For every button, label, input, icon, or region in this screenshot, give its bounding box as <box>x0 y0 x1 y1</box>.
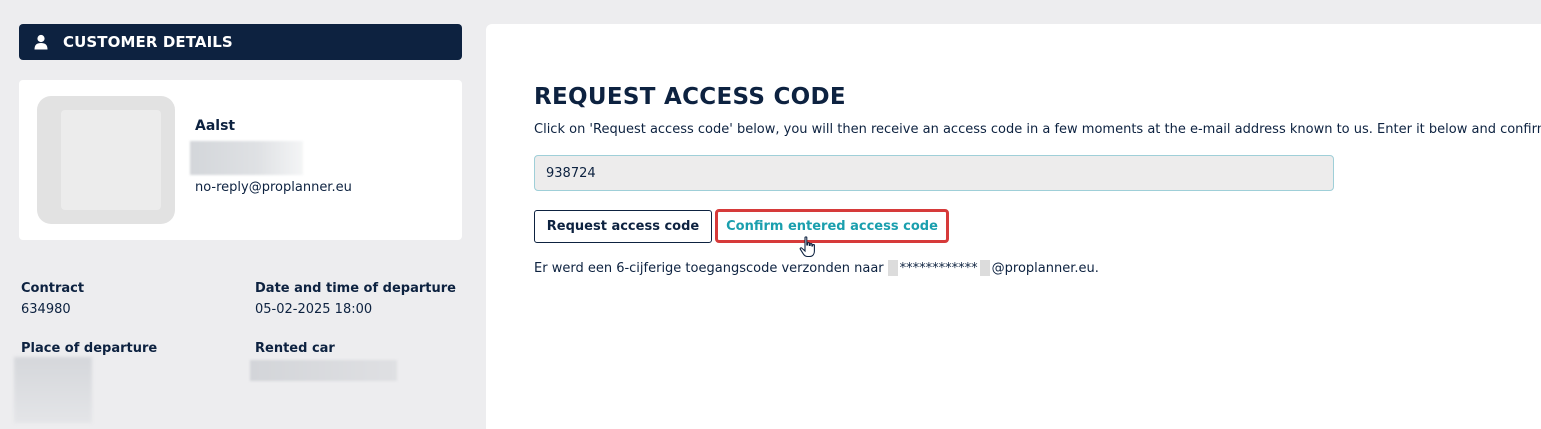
code-sent-message-suffix: @proplanner.eu. <box>991 260 1099 276</box>
redacted-place-of-departure <box>14 357 92 423</box>
redacted-rented-car <box>250 360 397 381</box>
customer-card: Aalst no-reply@proplanner.eu <box>19 80 462 240</box>
avatar <box>37 96 175 224</box>
confirm-button-highlight: Confirm entered access code <box>715 209 949 243</box>
instruction-text: Click on 'Request access code' below, yo… <box>534 122 1541 137</box>
contract-label: Contract <box>21 281 85 296</box>
avatar-image-placeholder <box>61 110 161 210</box>
request-access-code-button[interactable]: Request access code <box>534 210 712 243</box>
page-title: REQUEST ACCESS CODE <box>534 84 846 110</box>
code-sent-message-prefix: Er werd een 6-cijferige toegangscode ver… <box>534 260 884 276</box>
departure-datetime-label: Date and time of departure <box>255 281 456 296</box>
masked-email-end <box>979 260 990 276</box>
customer-details-header: CUSTOMER DETAILS <box>19 24 462 60</box>
departure-datetime-value: 05-02-2025 18:00 <box>255 302 373 317</box>
confirm-access-code-button[interactable]: Confirm entered access code <box>718 212 946 240</box>
rented-car-label: Rented car <box>255 341 335 356</box>
customer-email: no-reply@proplanner.eu <box>195 180 352 195</box>
access-code-input[interactable] <box>534 155 1334 191</box>
redacted-customer-info <box>190 141 303 175</box>
customer-details-title: CUSTOMER DETAILS <box>63 33 233 51</box>
code-sent-message: Er werd een 6-cijferige toegangscode ver… <box>534 260 1099 276</box>
access-code-panel: REQUEST ACCESS CODE Click on 'Request ac… <box>486 24 1541 429</box>
customer-details-panel: CUSTOMER DETAILS Aalst no-reply@proplann… <box>0 0 486 429</box>
masked-email-start <box>887 260 898 276</box>
customer-name: Aalst <box>195 118 236 134</box>
user-icon <box>33 34 49 50</box>
hand-pointer-icon <box>799 236 817 258</box>
place-of-departure-label: Place of departure <box>21 341 158 356</box>
masked-email: ************ <box>899 260 978 276</box>
contract-value: 634980 <box>21 302 71 317</box>
